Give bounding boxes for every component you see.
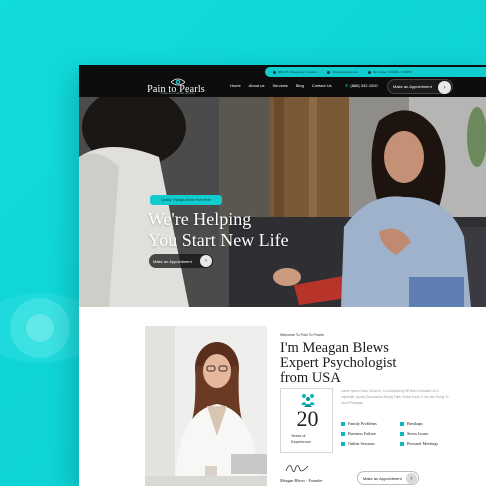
nav-item-services[interactable]: Services [272,83,287,88]
hero-appointment-label: Make an Appointment [153,258,192,264]
arrow-right-icon: › [406,473,417,484]
check-icon [400,431,404,436]
hours-info: Mo-Friday, 9:00AM - 6:00PM [368,70,411,74]
founder-name: Meagan Blews - Founder [280,478,323,483]
about-heading: I'm Meagan Blews Expert Psychologist fro… [280,341,430,386]
about-description: Lorem Ipsum Dolor Sit Amet, Con Adipisci… [341,389,449,405]
list-item: Stress Issues [400,431,460,436]
hero-section: Quality Therapy Home from Here We're Hel… [79,97,486,307]
logo-tagline: COUNSELING & COACHING SERVICES [159,94,195,95]
team-icon [301,394,315,407]
about-section: Welcome To Pain To Pearls I'm Meagan Ble… [79,307,486,486]
nav-item-about[interactable]: About us [249,83,265,88]
service-label: Online Sessions [348,441,375,446]
website-mockup: 8001 Pin Street Ave, Houston info@exampl… [79,65,486,486]
location-icon [273,70,276,74]
about-heading-line3: from USA [280,370,341,386]
about-appointment-button[interactable]: Make an Appointment › [357,471,419,485]
nav-phone[interactable]: ✆ (888) 332-1000 [345,83,378,88]
service-label: Family Problems [348,421,377,426]
hero-appointment-button[interactable]: Make an Appointment › [149,254,213,268]
email-info[interactable]: info@example.com [327,70,358,74]
hero-photo [79,97,486,307]
about-heading-line1: I'm Meagan Blews [280,340,389,356]
experience-number: 20 [296,406,319,431]
nav-appointment-label: Make an Appointment [393,84,432,89]
site-logo[interactable]: Pain to Pearls COUNSELING & COACHING SER… [141,78,221,97]
nav-menu: Home About us Services Blog Contact Us [230,83,332,88]
nav-item-blog[interactable]: Blog [296,83,304,88]
list-item: Online Sessions [341,441,398,446]
hero-badge: Quality Therapy Home from Here [150,195,222,205]
service-label: Business Failure [348,431,376,436]
contact-info-pill: 8001 Pin Street Ave, Houston info@exampl… [265,67,486,77]
nav-item-home[interactable]: Home [230,83,241,88]
check-icon [341,421,345,426]
main-navigation: Pain to Pearls COUNSELING & COACHING SER… [79,77,486,97]
email-text: info@example.com [332,70,359,74]
experience-label-line2: Experience [291,438,312,444]
phone-icon: ✆ [345,83,349,88]
address-info: 8001 Pin Street Ave, Houston [273,70,317,74]
check-icon [400,421,404,426]
mail-icon [327,70,331,74]
experience-label: Years of Experience [291,433,327,444]
top-info-bar: 8001 Pin Street Ave, Houston info@exampl… [79,65,486,77]
about-heading-line2: Expert Psychologist [280,355,397,371]
service-label: Breakups [407,421,423,426]
welcome-text: Welcome To Pain To Pearls [280,333,324,337]
services-list: Family Problems Breakups Business Failur… [341,421,461,446]
list-item: Family Problems [341,421,398,426]
check-icon [400,441,404,446]
check-icon [341,441,345,446]
service-label: Personal Meetings [407,441,439,446]
hero-heading-line1: We're Helping [148,209,252,229]
service-label: Stress Issues [407,431,429,436]
psychologist-photo [145,326,267,486]
signature-icon [285,465,309,472]
psychologist-illustration [145,326,267,486]
list-item: Breakups [400,421,460,426]
arrow-right-icon: › [200,255,212,267]
list-item: Business Failure [341,431,398,436]
nav-item-contact[interactable]: Contact Us [312,83,332,88]
phone-number: (888) 332-1000 [350,83,378,88]
arrow-right-icon: › [438,81,451,94]
hero-heading-line2: You Start New Life [148,230,289,250]
list-item: Personal Meetings [400,441,460,446]
hero-heading: We're Helping You Start New Life [148,209,348,251]
clock-icon [368,70,372,74]
about-appointment-label: Make an Appointment [363,475,402,481]
nav-appointment-button[interactable]: Make an Appointment › [387,79,453,94]
check-icon [341,431,345,436]
hours-text: Mo-Friday, 9:00AM - 6:00PM [373,70,412,74]
experience-card: 20 Years of Experience [280,388,333,453]
address-text: 8001 Pin Street Ave, Houston [278,70,318,74]
